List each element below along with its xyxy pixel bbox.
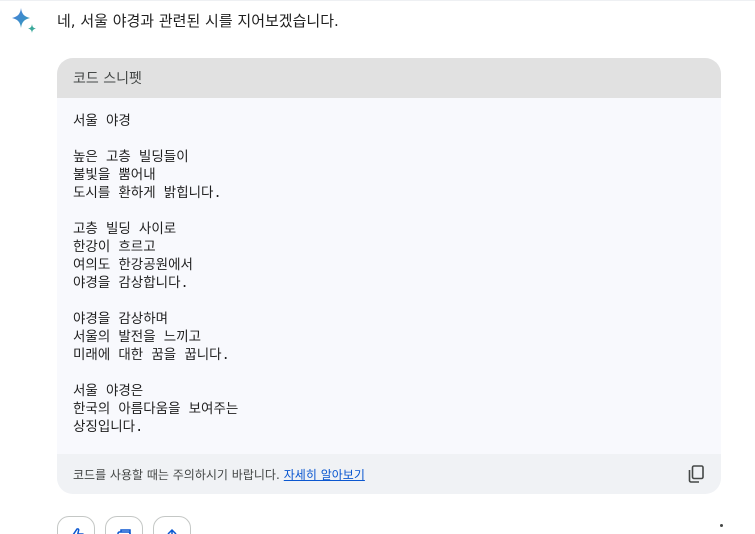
top-divider — [0, 0, 755, 4]
code-line: 서울 야경 — [73, 113, 131, 129]
code-snippet-body[interactable]: 서울 야경높은 고층 빌딩들이불빛을 뿜어내도시를 환하게 밝힙니다. 고층 빌딩… — [57, 98, 721, 453]
code-snippet-header: 코드 스니펫 — [57, 58, 721, 98]
code-line: 도시를 환하게 밝힙니다. — [73, 185, 222, 201]
share-button[interactable] — [105, 516, 143, 534]
code-line: 야경을 감상합니다. — [73, 275, 189, 291]
code-snippet-title: 코드 스니펫 — [73, 71, 142, 87]
code-line: 한국의 아름다움을 보여주는 — [73, 401, 239, 417]
response-intro-text: 네, 서울 야경과 관련된 시를 지어보겠습니다. — [57, 12, 339, 30]
code-line: 고층 빌딩 사이로 — [73, 221, 177, 237]
code-line: 높은 고층 빌딩들이 — [73, 149, 189, 165]
share-icon — [117, 529, 131, 534]
learn-more-link[interactable]: 자세히 알아보기 — [284, 466, 365, 483]
code-usage-notice: 코드를 사용할 때는 주의하시기 바랍니다. — [73, 467, 280, 482]
copy-code-button[interactable] — [685, 463, 707, 485]
more-options-button[interactable] — [717, 524, 725, 534]
code-line: 서울의 발전을 느끼고 — [73, 329, 202, 345]
code-line: 상징입니다. — [73, 419, 144, 435]
code-line: 불빛을 뿜어내 — [73, 167, 156, 183]
thumbs-up-icon — [72, 528, 85, 534]
gemini-response-page: 네, 서울 야경과 관련된 시를 지어보겠습니다. 코드 스니펫 서울 야경높은… — [0, 0, 755, 534]
code-line: 야경을 감상하며 — [73, 311, 169, 327]
code-snippet-card: 코드 스니펫 서울 야경높은 고층 빌딩들이불빛을 뿜어내도시를 환하게 밝힙니… — [57, 58, 721, 494]
code-line: 미래에 대한 꿈을 꿉니다. — [73, 347, 230, 363]
code-line: 여의도 한강공원에서 — [73, 257, 193, 273]
more-vert-icon — [719, 524, 723, 527]
code-snippet-footer: 코드를 사용할 때는 주의하시기 바랍니다. 자세히 알아보기 — [57, 454, 721, 494]
thumbs-up-button[interactable] — [57, 516, 95, 534]
gemini-spark-icon — [9, 6, 39, 36]
export-button[interactable] — [153, 516, 191, 534]
export-icon — [167, 528, 177, 534]
code-line: 서울 야경은 — [73, 383, 144, 399]
copy-icon — [688, 465, 704, 483]
code-line: 한강이 흐르고 — [73, 239, 156, 255]
